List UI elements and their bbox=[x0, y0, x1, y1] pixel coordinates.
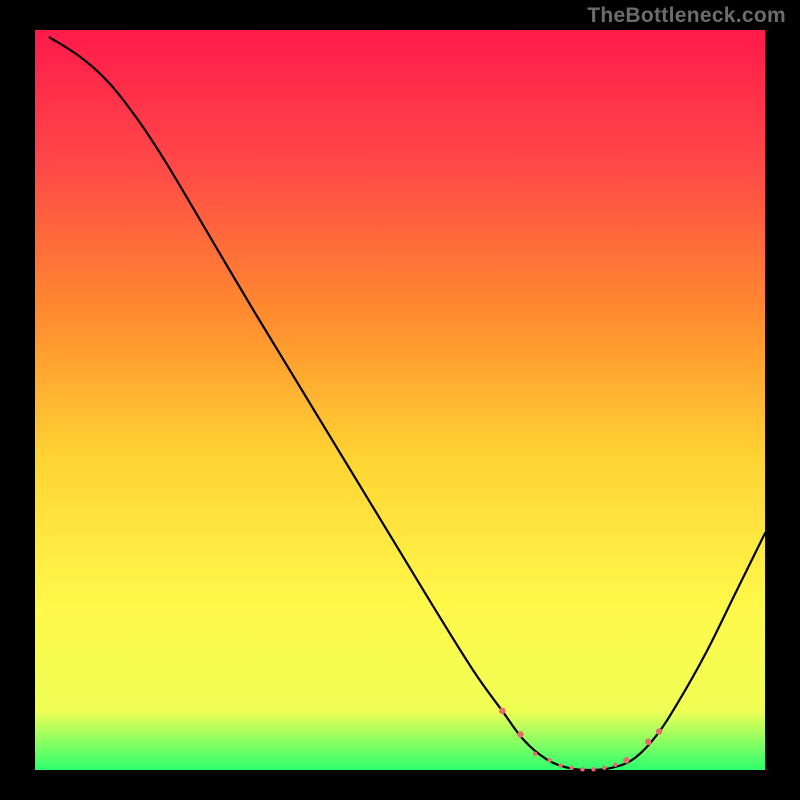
data-marker bbox=[656, 728, 662, 734]
chart-svg bbox=[0, 0, 800, 800]
data-marker bbox=[580, 767, 584, 771]
data-marker bbox=[591, 767, 595, 771]
data-marker bbox=[602, 766, 606, 770]
watermark-text: TheBottleneck.com bbox=[587, 4, 786, 28]
data-marker bbox=[533, 752, 537, 756]
data-marker bbox=[623, 757, 629, 763]
chart-background bbox=[35, 30, 765, 770]
chart-container: TheBottleneck.com bbox=[0, 0, 800, 800]
data-marker bbox=[547, 758, 551, 762]
data-marker bbox=[645, 739, 651, 745]
data-marker bbox=[499, 708, 505, 714]
data-marker bbox=[569, 766, 573, 770]
data-marker bbox=[558, 763, 562, 767]
data-marker bbox=[613, 763, 617, 767]
data-marker bbox=[517, 731, 523, 737]
